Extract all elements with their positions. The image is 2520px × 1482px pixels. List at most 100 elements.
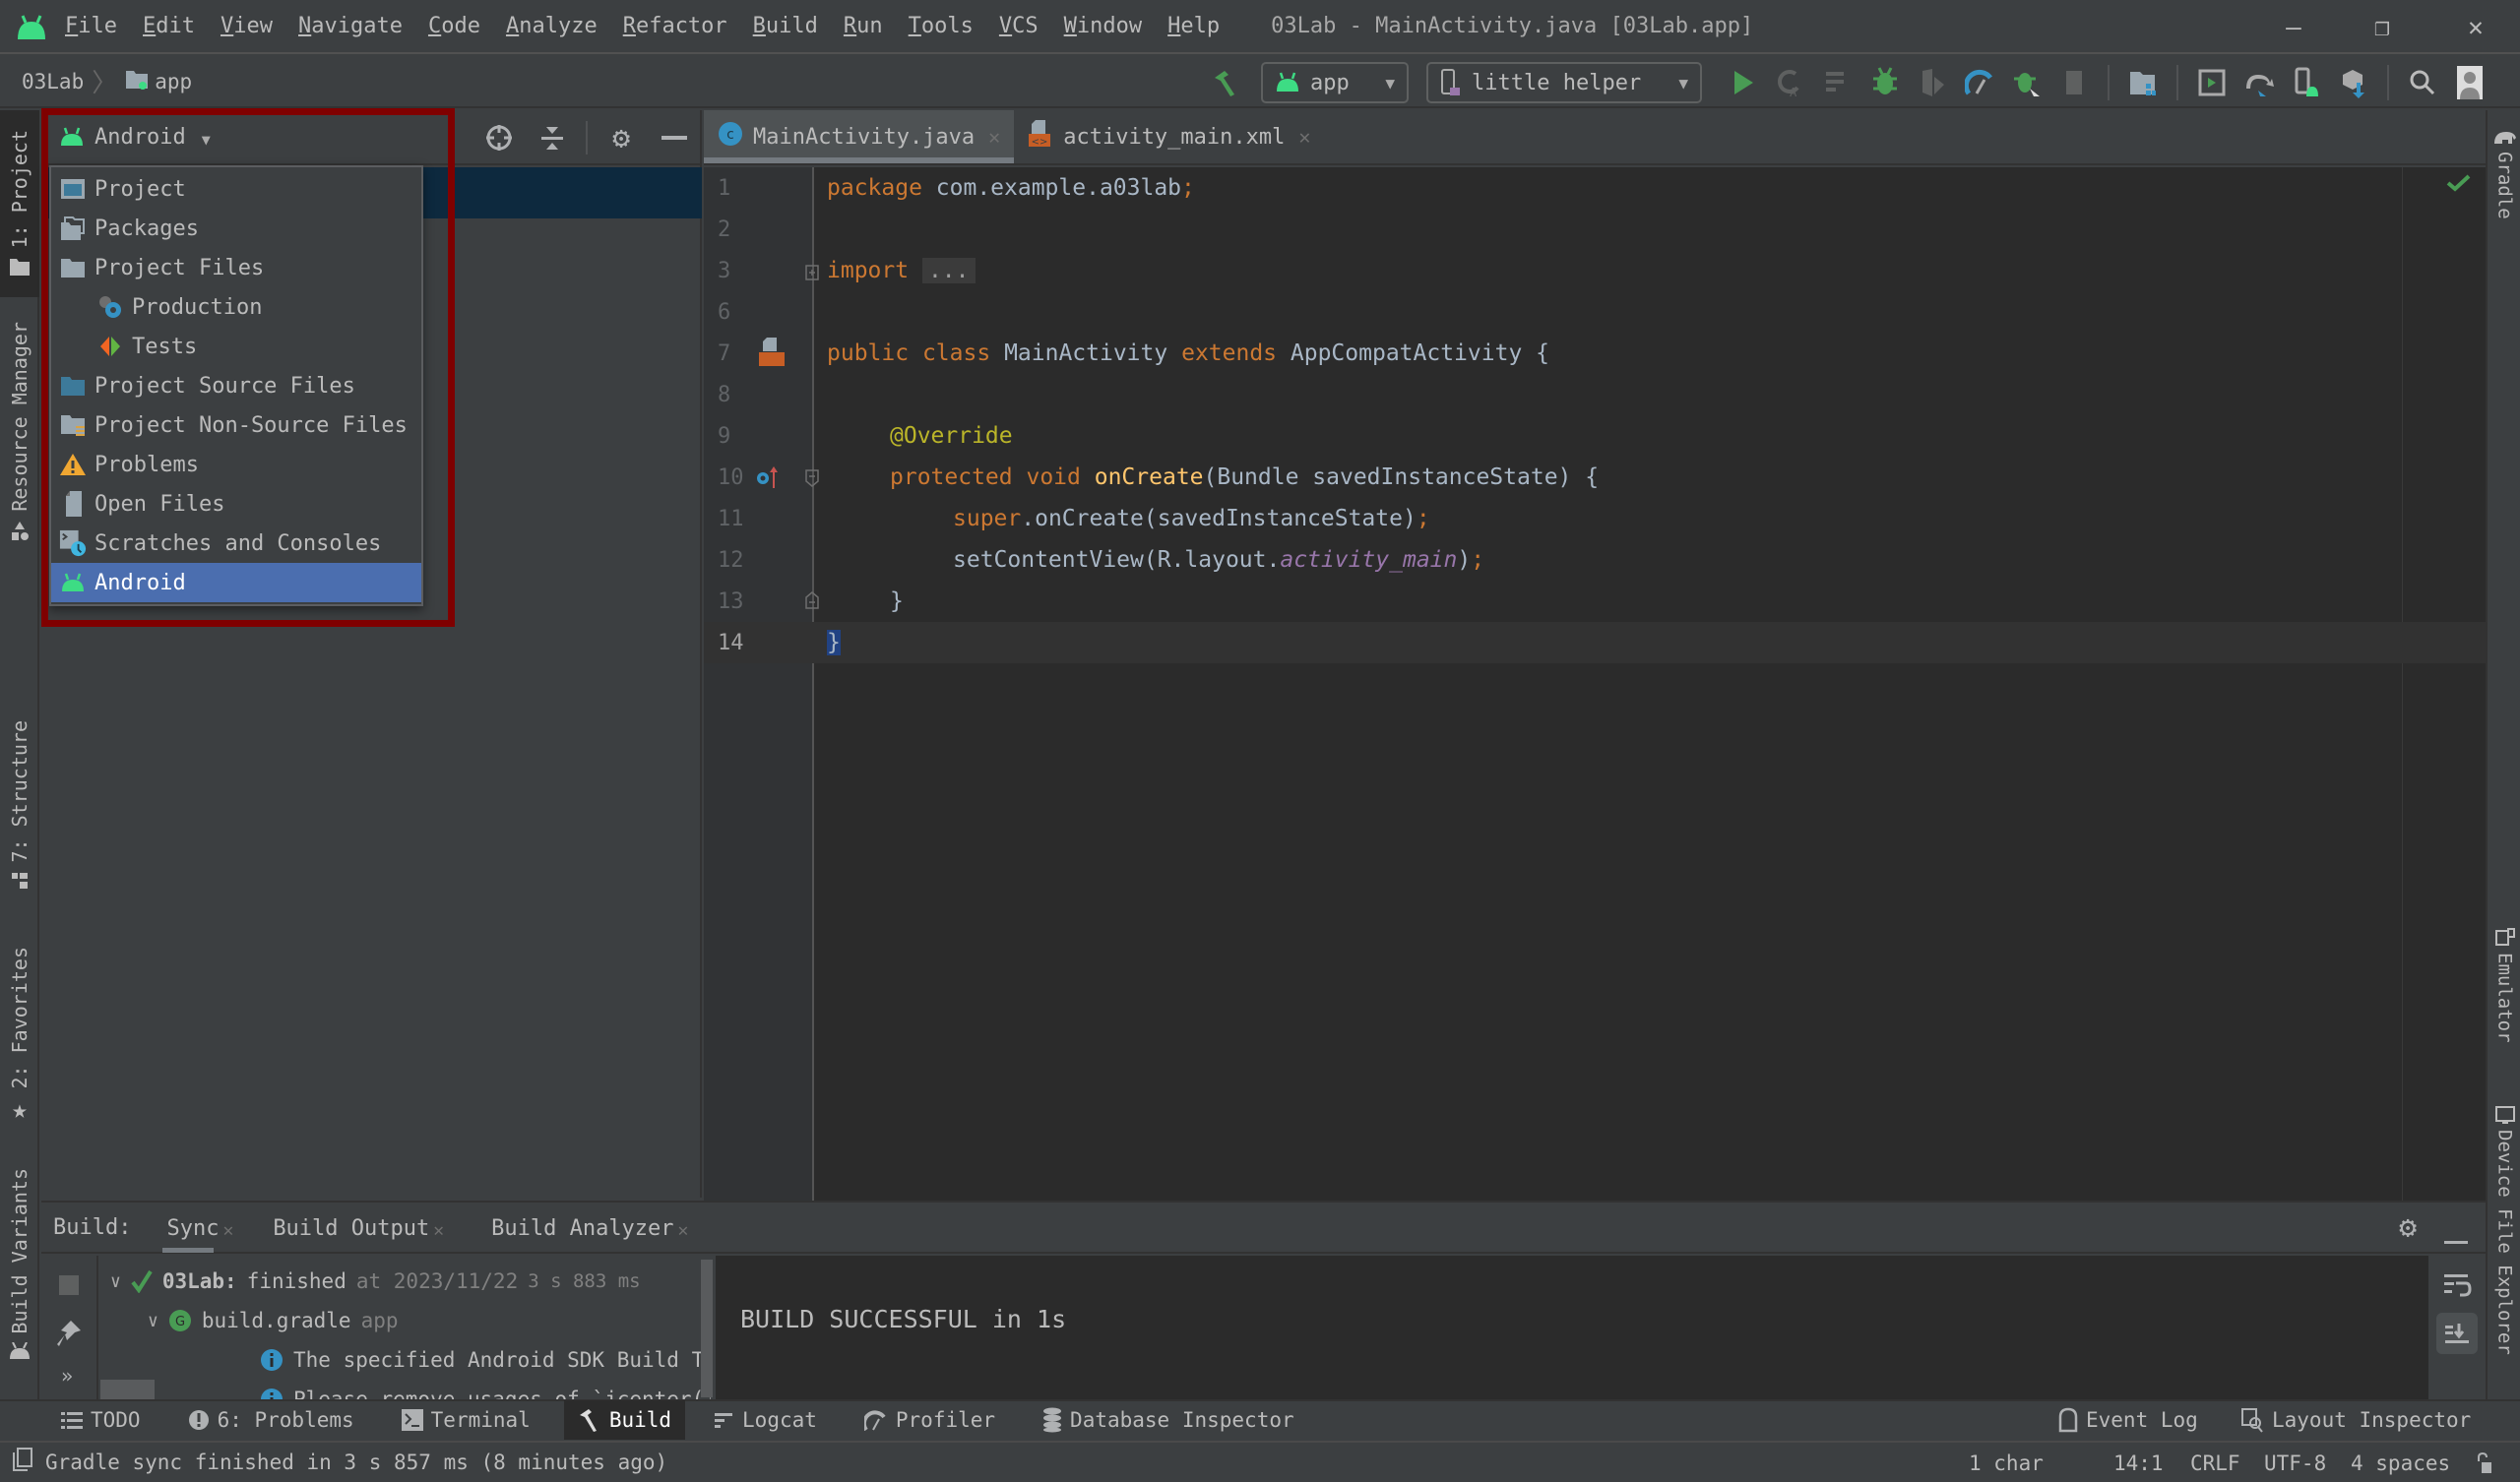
- run-with-coverage-button[interactable]: [1913, 63, 1952, 102]
- select-opened-file-button[interactable]: [479, 118, 519, 157]
- popup-item-packages[interactable]: Packages: [51, 209, 421, 248]
- toolwindow-todo[interactable]: TODO: [47, 1400, 155, 1440]
- project-structure-button[interactable]: [2123, 63, 2163, 102]
- debug-button[interactable]: [1865, 63, 1905, 102]
- tree-row-root[interactable]: ∨ 03Lab: finished at 2023/11/22 3 s 883 …: [110, 1262, 641, 1301]
- gradle-sync-button[interactable]: [2239, 63, 2279, 102]
- popup-item-production[interactable]: Production: [51, 287, 421, 327]
- tree-row-info[interactable]: The specified Android SDK Build To: [260, 1340, 711, 1380]
- build-settings-button[interactable]: ⚙: [2399, 1210, 2417, 1245]
- build-console[interactable]: BUILD SUCCESSFUL in 1s: [716, 1256, 2428, 1399]
- popup-item-project-non-source-files[interactable]: Project Non-Source Files: [51, 405, 421, 445]
- pin-tab-button[interactable]: [55, 1319, 83, 1354]
- tab-gradle[interactable]: Gradle: [2488, 128, 2520, 219]
- menu-code[interactable]: Code: [428, 14, 480, 38]
- sdk-manager-button[interactable]: [2334, 63, 2373, 102]
- build-tab-build-analyzer[interactable]: Build Analyzer ✕: [491, 1202, 688, 1253]
- menu-view[interactable]: View: [220, 14, 273, 38]
- menu-file[interactable]: File: [65, 14, 117, 38]
- menu-build[interactable]: Build: [753, 14, 818, 38]
- tab-favorites[interactable]: 2: Favorites ★: [0, 947, 39, 1143]
- toolwindow-build[interactable]: Build: [563, 1400, 686, 1440]
- toolwindow-problems[interactable]: 6: Problems: [174, 1400, 368, 1440]
- overrides-method-icon[interactable]: [755, 464, 779, 496]
- close-tab-icon[interactable]: ✕: [988, 125, 1000, 149]
- popup-item-open-files[interactable]: Open Files: [51, 484, 421, 524]
- run-anything-button[interactable]: [2192, 63, 2232, 102]
- close-tab-icon[interactable]: ✕: [1298, 125, 1310, 149]
- popup-item-project-source-files[interactable]: Project Source Files: [51, 366, 421, 405]
- minimize-button[interactable]: —: [2249, 0, 2338, 54]
- close-tab-icon[interactable]: ✕: [222, 1220, 233, 1241]
- fold-collapse-icon[interactable]: [805, 468, 819, 493]
- project-settings-button[interactable]: ⚙: [601, 118, 641, 157]
- popup-item-tests[interactable]: Tests: [51, 327, 421, 366]
- device-select[interactable]: little helper ▼: [1426, 62, 1702, 103]
- apply-code-changes-button[interactable]: [1818, 63, 1858, 102]
- breadcrumb-project[interactable]: 03Lab: [22, 70, 84, 93]
- stop-button[interactable]: [2054, 63, 2094, 102]
- menu-refactor[interactable]: Refactor: [623, 14, 727, 38]
- lock-icon[interactable]: [2476, 1443, 2493, 1482]
- close-tab-icon[interactable]: ✕: [433, 1220, 444, 1241]
- status-indent[interactable]: 4 spaces: [2351, 1443, 2450, 1482]
- menu-run[interactable]: Run: [844, 14, 883, 38]
- tab-project[interactable]: 1: Project: [0, 110, 39, 297]
- search-everywhere-button[interactable]: [2403, 63, 2442, 102]
- build-tab-build-output[interactable]: Build Output ✕: [273, 1202, 444, 1253]
- toolwindow-layout-inspector[interactable]: Layout Inspector: [2227, 1400, 2485, 1440]
- run-button[interactable]: [1724, 63, 1763, 102]
- status-line-separator[interactable]: CRLF: [2190, 1443, 2240, 1482]
- attach-debugger-button[interactable]: [2007, 63, 2047, 102]
- make-project-button[interactable]: [1206, 63, 1245, 102]
- tab-device-file-explorer[interactable]: Device File Explorer: [2488, 1104, 2520, 1355]
- popup-item-project-files[interactable]: Project Files: [51, 248, 421, 287]
- popup-item-problems[interactable]: Problems: [51, 445, 421, 484]
- build-tab-sync[interactable]: Sync ✕: [162, 1202, 233, 1253]
- stop-build-button[interactable]: [59, 1275, 79, 1301]
- menu-vcs[interactable]: VCS: [999, 14, 1039, 38]
- popup-item-scratches-and-consoles[interactable]: Scratches and Consoles: [51, 524, 421, 563]
- tree-vertical-scrollbar[interactable]: [701, 1260, 713, 1397]
- close-tab-icon[interactable]: ✕: [678, 1220, 689, 1241]
- related-layout-icon[interactable]: [755, 337, 785, 374]
- menu-tools[interactable]: Tools: [909, 14, 974, 38]
- project-view-selector[interactable]: Android ▼: [59, 125, 211, 150]
- editor-tab-activity-main-xml[interactable]: <> activity_main.xml ✕: [1014, 110, 1324, 163]
- popup-item-android[interactable]: Android: [51, 563, 421, 602]
- collapse-all-button[interactable]: [533, 118, 572, 157]
- status-caret-position[interactable]: 14:1: [2113, 1443, 2164, 1482]
- menu-edit[interactable]: Edit: [143, 14, 195, 38]
- toolwindow-database-inspector[interactable]: Database Inspector: [1029, 1400, 1308, 1440]
- close-window-button[interactable]: ✕: [2431, 0, 2520, 54]
- soft-wrap-button[interactable]: [2442, 1271, 2472, 1305]
- toolwindow-event-log[interactable]: Event Log: [2043, 1400, 2212, 1440]
- menu-analyze[interactable]: Analyze: [506, 14, 598, 38]
- fold-end-icon[interactable]: [805, 590, 819, 615]
- tree-row-info[interactable]: Please remove usages of `jcenter(): [260, 1380, 711, 1399]
- folded-imports[interactable]: ...: [921, 258, 976, 283]
- scroll-to-end-button[interactable]: [2436, 1313, 2478, 1354]
- toggle-tool-windows-icon[interactable]: [12, 1448, 33, 1477]
- popup-item-project[interactable]: Project: [51, 169, 421, 209]
- toolwindow-terminal[interactable]: Terminal: [388, 1400, 544, 1440]
- menu-help[interactable]: Help: [1167, 14, 1220, 38]
- apply-changes-button[interactable]: A: [1771, 63, 1810, 102]
- tab-emulator[interactable]: Emulator: [2488, 927, 2520, 1043]
- editor-tab-mainactivity[interactable]: c MainActivity.java ✕: [704, 110, 1015, 163]
- restore-button[interactable]: ❐: [2338, 0, 2426, 54]
- hide-panel-button[interactable]: [655, 118, 694, 157]
- profile-button[interactable]: [1960, 63, 1999, 102]
- horizontal-scrollbar[interactable]: [100, 1380, 155, 1399]
- status-encoding[interactable]: UTF-8: [2264, 1443, 2326, 1482]
- avd-manager-button[interactable]: [2287, 63, 2326, 102]
- menu-navigate[interactable]: Navigate: [298, 14, 403, 38]
- status-message[interactable]: Gradle sync finished in 3 s 857 ms (8 mi…: [45, 1451, 667, 1474]
- account-button[interactable]: [2450, 63, 2489, 102]
- more-actions-icon[interactable]: »: [61, 1364, 73, 1388]
- toolwindow-profiler[interactable]: Profiler: [850, 1400, 1009, 1440]
- menu-window[interactable]: Window: [1064, 14, 1142, 38]
- run-configuration-select[interactable]: app ▼: [1261, 62, 1409, 103]
- code-editor[interactable]: 1 package com.example.a03lab; 2 3 import…: [704, 167, 2486, 1201]
- tree-row-build-gradle[interactable]: ∨ G build.gradle app: [148, 1301, 399, 1340]
